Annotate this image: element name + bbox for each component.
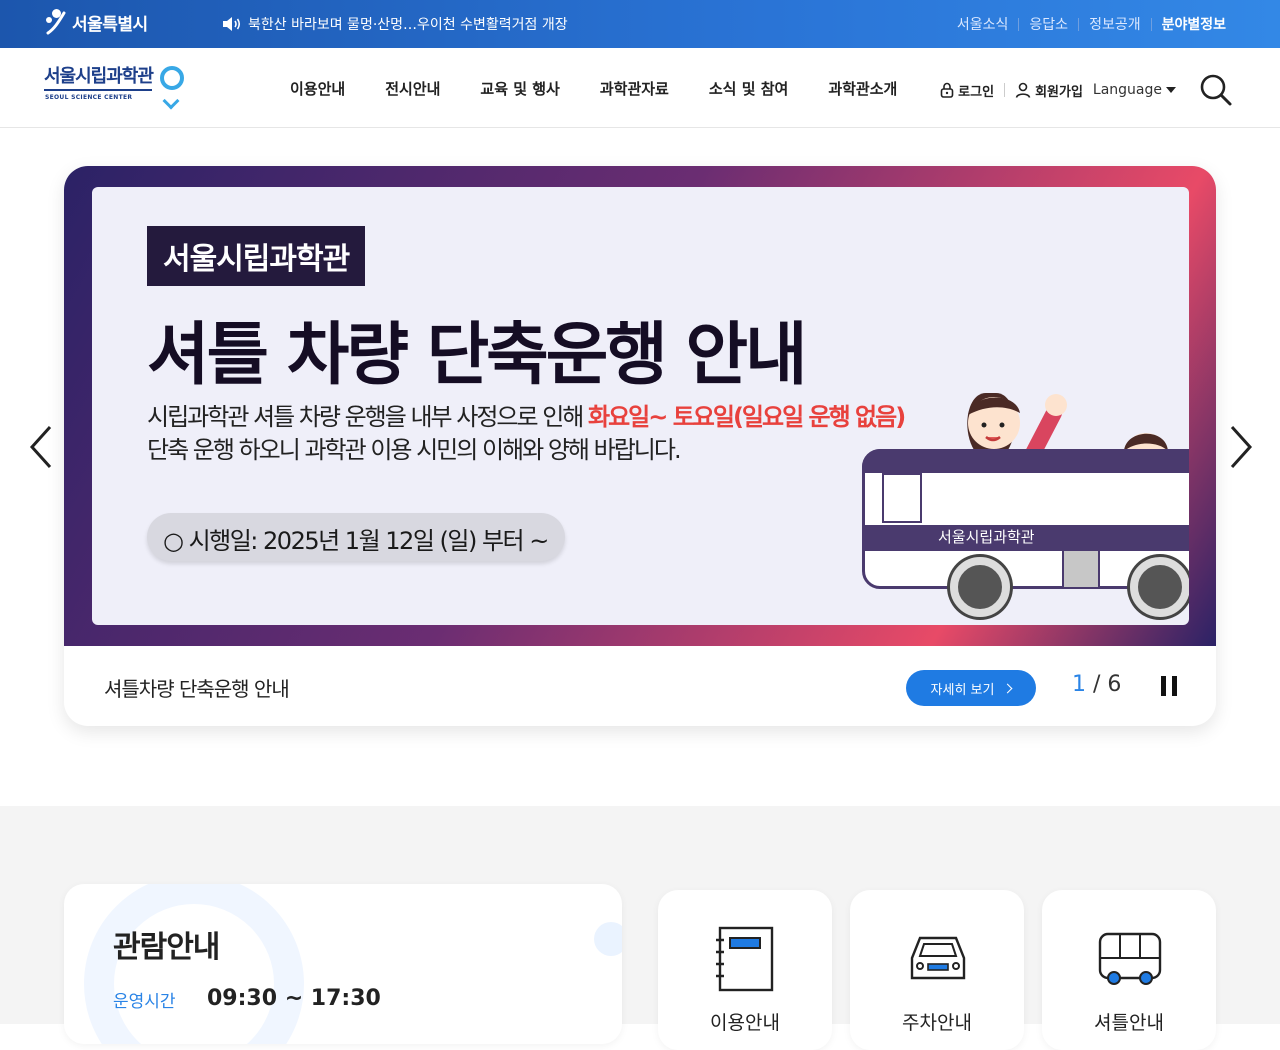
- slide-current: 1: [1072, 672, 1086, 697]
- login-link[interactable]: 로그인: [940, 81, 994, 100]
- visit-info-title: 관람안내: [113, 930, 220, 965]
- bus-wheel: [1130, 557, 1189, 617]
- login-label: 로그인: [958, 84, 995, 100]
- view-more-label: 자세히 보기: [930, 682, 995, 698]
- quick-link-parking[interactable]: 주차안내: [850, 890, 1024, 1050]
- seoul-logo-text: 서울특별시: [72, 14, 148, 35]
- utility-links: 서울소식 응답소 정보공개 분야별정보: [947, 14, 1236, 34]
- quick-link-label: 셔틀안내: [1094, 1012, 1164, 1034]
- caret-down-icon: [1166, 87, 1176, 93]
- slide-pager: 1 / 6: [1072, 672, 1121, 697]
- top-utility-bar: 서울특별시 북한산 바라보며 물멍·산멍…우이천 수변활력거점 개장 서울소식 …: [0, 0, 1280, 48]
- view-more-button[interactable]: 자세히 보기: [906, 670, 1036, 706]
- site-header: 서울시립과학관 SEOUL SCIENCE CENTER 이용안내 전시안내 교…: [0, 48, 1280, 128]
- quick-link-label: 주차안내: [902, 1012, 972, 1034]
- slide-banner[interactable]: 서울시립과학관 셔틀 차량 단축운행 안내 시립과학관 셔틀 차량 운행을 내부…: [64, 166, 1216, 646]
- slider-next-button[interactable]: [1226, 425, 1256, 469]
- header-actions: 로그인 회원가입 Language: [940, 70, 1236, 110]
- bus-icon: [1098, 932, 1162, 985]
- shuttle-bus-illustration: 서울시립과학관: [862, 393, 1189, 617]
- speaker-icon: [223, 17, 241, 31]
- user-icon: [1015, 82, 1031, 98]
- news-ticker[interactable]: 북한산 바라보며 물멍·산멍…우이천 수변활력거점 개장: [222, 14, 568, 34]
- hours-label: 운영시간: [113, 992, 176, 1012]
- bus-roof: [862, 449, 1189, 473]
- signup-label: 회원가입: [1035, 84, 1083, 100]
- hero-slider: 서울시립과학관 셔틀 차량 단축운행 안내 시립과학관 셔틀 차량 운행을 내부…: [64, 166, 1216, 726]
- logo-underline: [44, 89, 152, 91]
- chevron-right-icon: [1003, 683, 1013, 693]
- slide-title: 셔틀 차량 단축운행 안내: [147, 316, 808, 395]
- quick-link-shuttle[interactable]: 셔틀안내: [1042, 890, 1216, 1050]
- link-seoul-news[interactable]: 서울소식: [947, 14, 1019, 34]
- slide-caption: 셔틀차량 단축운행 안내: [104, 677, 290, 701]
- quick-link-label: 이용안내: [710, 1012, 780, 1034]
- search-icon[interactable]: [1196, 70, 1236, 110]
- bus-window: [882, 473, 922, 523]
- bus-label: 서울시립과학관: [938, 528, 1035, 546]
- language-label: Language: [1092, 82, 1162, 98]
- site-logo-subtext: SEOUL SCIENCE CENTER: [45, 94, 133, 101]
- main-navigation: 이용안내 전시안내 교육 및 행사 과학관자료 소식 및 참여 과학관소개: [270, 78, 917, 99]
- link-info-disclosure[interactable]: 정보공개: [1079, 14, 1151, 34]
- info-section: 관람안내 운영시간 09:30 ~ 17:30 이용안내 주차안내 셔틀안내: [0, 806, 1280, 1050]
- signup-link[interactable]: 회원가입: [1015, 81, 1083, 100]
- slide-desc-line1: 시립과학관 셔틀 차량 운행을 내부 사정으로 인해: [147, 403, 589, 431]
- notebook-icon: [716, 926, 774, 992]
- quick-link-usage[interactable]: 이용안내: [658, 890, 832, 1050]
- nav-about[interactable]: 과학관소개: [828, 78, 897, 99]
- slide-content: 서울시립과학관 셔틀 차량 단축운행 안내 시립과학관 셔틀 차량 운행을 내부…: [92, 187, 1189, 625]
- nav-exhibitions[interactable]: 전시안내: [385, 78, 440, 99]
- link-eungdapso[interactable]: 응답소: [1019, 14, 1078, 34]
- news-ticker-text: 북한산 바라보며 물멍·산멍…우이천 수변활력거점 개장: [248, 17, 568, 33]
- seoul-logo-icon: [44, 9, 68, 35]
- nav-resources[interactable]: 과학관자료: [600, 78, 669, 99]
- slide-total: / 6: [1093, 672, 1122, 697]
- site-logo-text: 서울시립과학관: [44, 66, 154, 87]
- nav-usage-guide[interactable]: 이용안내: [290, 78, 345, 99]
- slider-prev-button[interactable]: [26, 425, 56, 469]
- divider: [1004, 83, 1006, 97]
- hours-value: 09:30 ~ 17:30: [207, 986, 381, 1011]
- lock-icon: [940, 82, 954, 98]
- bus-wheel: [950, 557, 1010, 617]
- slide-desc-line2: 단축 운행 하오니 과학관 이용 시민의 이해와 양해 바랍니다.: [147, 436, 682, 464]
- nav-education-events[interactable]: 교육 및 행사: [480, 78, 559, 99]
- nav-news-participation[interactable]: 소식 및 참여: [709, 78, 788, 99]
- slide-description: 시립과학관 셔틀 차량 운행을 내부 사정으로 인해 화요일~ 토요일(일요일 …: [147, 401, 906, 467]
- logo-ring-icon: [160, 66, 184, 90]
- visit-info-card: 관람안내 운영시간 09:30 ~ 17:30: [64, 884, 622, 1044]
- logo-arrow-icon: [162, 92, 180, 110]
- slide-desc-highlight: 화요일~ 토요일(일요일 운행 없음): [588, 403, 906, 431]
- car-icon: [910, 936, 966, 980]
- pause-icon[interactable]: [1161, 676, 1177, 696]
- decorative-dot: [594, 922, 622, 956]
- slide-date-pill: ○ 시행일: 2025년 1월 12일 (일) 부터 ~: [147, 513, 565, 561]
- seoul-city-logo[interactable]: 서울특별시: [44, 9, 148, 35]
- link-field-info[interactable]: 분야별정보: [1152, 14, 1236, 34]
- slide-tag: 서울시립과학관: [147, 226, 366, 286]
- site-logo[interactable]: 서울시립과학관 SEOUL SCIENCE CENTER: [44, 62, 189, 112]
- language-select[interactable]: Language: [1093, 82, 1176, 98]
